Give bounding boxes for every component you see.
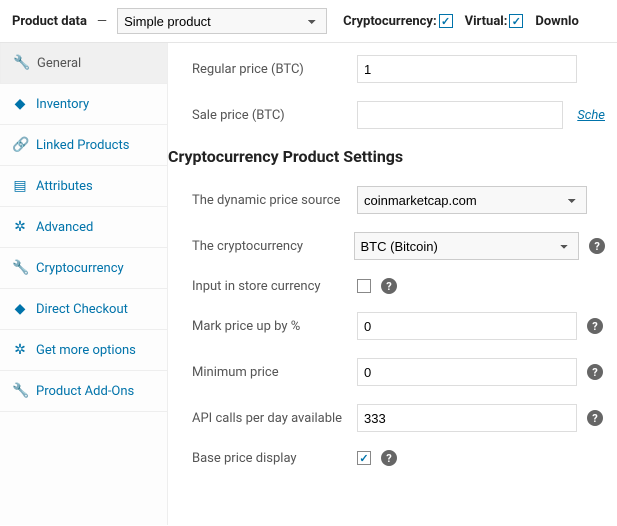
base-price-display-label: Base price display	[192, 451, 357, 466]
price-source-label: The dynamic price source	[192, 193, 357, 208]
tab-label: Direct Checkout	[36, 302, 128, 317]
general-panel: Regular price (BTC) Sale price (BTC) Sch…	[168, 43, 617, 525]
sale-price-input[interactable]	[357, 101, 563, 129]
tab-direct-checkout[interactable]: ◆ Direct Checkout	[0, 289, 167, 330]
dash: —	[97, 14, 107, 29]
cryptocurrency-field-label: The cryptocurrency	[192, 239, 354, 254]
product-tabs: 🔧 General ◆ Inventory 🔗 Linked Products …	[0, 43, 168, 525]
cryptocurrency-select[interactable]: BTC (Bitcoin)	[354, 232, 580, 260]
cryptocurrency-checkbox[interactable]	[439, 14, 453, 28]
help-icon[interactable]: ?	[587, 410, 603, 426]
downloadable-label: Downlo	[535, 14, 578, 29]
sparkle-icon: ✲	[12, 342, 28, 358]
input-store-currency-label: Input in store currency	[192, 279, 357, 294]
tab-general[interactable]: 🔧 General	[0, 43, 167, 84]
tab-inventory[interactable]: ◆ Inventory	[0, 84, 167, 125]
api-calls-label: API calls per day available	[192, 411, 357, 426]
wrench-icon: 🔧	[12, 383, 28, 399]
help-icon[interactable]: ?	[589, 238, 605, 254]
tab-label: Product Add-Ons	[36, 384, 134, 399]
tab-label: Linked Products	[36, 138, 129, 153]
help-icon[interactable]: ?	[381, 450, 397, 466]
regular-price-input[interactable]	[357, 55, 577, 83]
tab-label: Get more options	[36, 343, 136, 358]
product-data-header: Product data — Simple product Cryptocurr…	[0, 0, 617, 43]
tab-attributes[interactable]: ▤ Attributes	[0, 166, 167, 207]
markup-label: Mark price up by %	[192, 319, 357, 334]
tab-label: General	[37, 56, 81, 71]
tab-label: Attributes	[36, 179, 93, 194]
wrench-icon: 🔧	[13, 55, 29, 71]
cryptocurrency-label: Cryptocurrency:	[343, 14, 437, 29]
tab-label: Inventory	[36, 97, 89, 112]
wrench-icon: 🔧	[12, 260, 28, 276]
product-type-select[interactable]: Simple product	[117, 8, 327, 34]
markup-input[interactable]	[357, 312, 577, 340]
input-store-currency-checkbox[interactable]	[357, 279, 371, 293]
product-data-label: Product data	[12, 14, 87, 29]
sale-price-label: Sale price (BTC)	[192, 108, 357, 123]
tab-advanced[interactable]: ✲ Advanced	[0, 207, 167, 248]
gear-icon: ✲	[12, 219, 28, 235]
tab-get-more-options[interactable]: ✲ Get more options	[0, 330, 167, 371]
tab-cryptocurrency[interactable]: 🔧 Cryptocurrency	[0, 248, 167, 289]
minimum-price-input[interactable]	[357, 358, 577, 386]
tab-product-addons[interactable]: 🔧 Product Add-Ons	[0, 371, 167, 412]
virtual-checkbox[interactable]	[509, 14, 523, 28]
base-price-display-checkbox[interactable]	[357, 451, 371, 465]
link-icon: 🔗	[12, 137, 28, 153]
minimum-price-label: Minimum price	[192, 365, 357, 380]
help-icon[interactable]: ?	[381, 278, 397, 294]
header-toggles: Cryptocurrency: Virtual: Downlo	[343, 14, 579, 29]
diamond-icon: ◆	[12, 96, 28, 112]
crypto-settings-title: Cryptocurrency Product Settings	[168, 147, 605, 166]
price-source-select[interactable]: coinmarketcap.com	[357, 186, 587, 214]
help-icon[interactable]: ?	[587, 364, 603, 380]
virtual-label: Virtual:	[465, 14, 508, 29]
tab-label: Cryptocurrency	[36, 261, 124, 276]
regular-price-label: Regular price (BTC)	[192, 62, 357, 77]
help-icon[interactable]: ?	[587, 318, 603, 334]
schedule-link[interactable]: Sche	[577, 108, 605, 123]
api-calls-input[interactable]	[357, 404, 577, 432]
tab-linked-products[interactable]: 🔗 Linked Products	[0, 125, 167, 166]
diamond-icon: ◆	[12, 301, 28, 317]
tab-label: Advanced	[36, 220, 93, 235]
list-icon: ▤	[12, 178, 28, 194]
